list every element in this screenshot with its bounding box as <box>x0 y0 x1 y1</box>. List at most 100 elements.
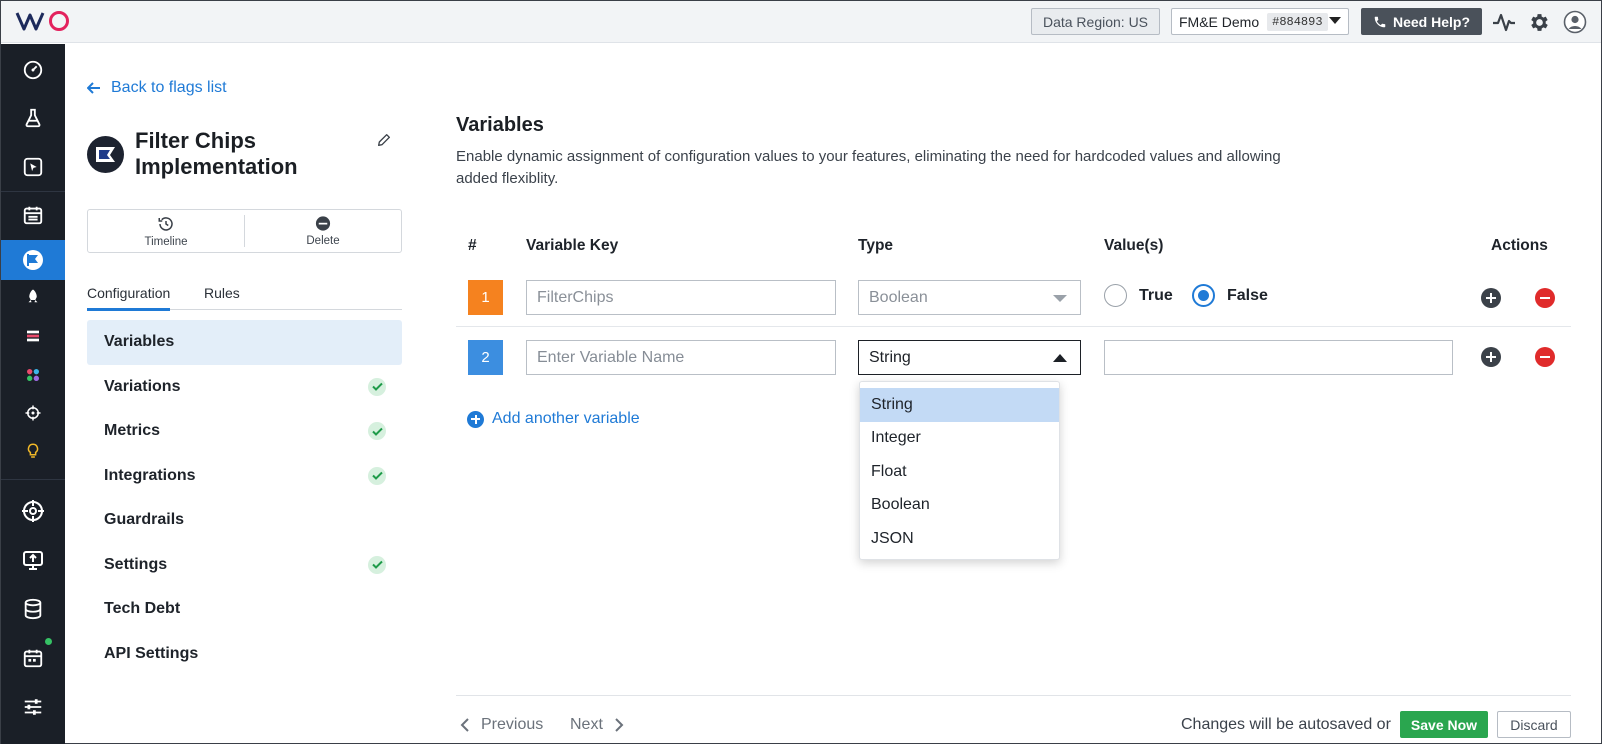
need-help-button[interactable]: Need Help? <box>1361 8 1482 35</box>
user-avatar-icon[interactable] <box>1562 9 1588 35</box>
rocket-icon[interactable] <box>1 277 65 317</box>
flag-icon <box>95 146 115 162</box>
menu-item-label: Settings <box>104 555 168 573</box>
dropdown-option-integer[interactable]: Integer <box>860 422 1059 456</box>
tab-rules[interactable]: Rules <box>204 285 240 308</box>
footer-bar: Previous Next Changes will be autosaved … <box>456 695 1571 744</box>
menu-item-label: Variables <box>104 333 175 351</box>
timeline-label: Timeline <box>144 235 188 248</box>
pencil-icon[interactable] <box>376 132 396 152</box>
account-switcher[interactable]: FM&E Demo #884893 <box>1171 8 1349 35</box>
menu-item-variations[interactable]: Variations <box>87 365 402 410</box>
previous-label: Previous <box>481 716 544 733</box>
phone-icon <box>1374 16 1386 27</box>
menu-item-settings[interactable]: Settings <box>87 543 402 588</box>
check-icon <box>368 555 386 574</box>
radio-true[interactable]: True <box>1104 284 1173 307</box>
menu-item-label: Integrations <box>104 466 196 484</box>
variable-value-input[interactable] <box>1104 340 1453 375</box>
dashboard-icon[interactable] <box>1 50 65 90</box>
menu-item-label: Guardrails <box>104 511 185 529</box>
previous-button[interactable]: Previous <box>460 716 543 734</box>
delete-button[interactable]: Delete <box>244 215 401 247</box>
remove-row-button[interactable] <box>1535 347 1555 367</box>
minus-circle-icon <box>315 216 331 231</box>
type-select-value: Boolean <box>869 288 928 306</box>
variable-key-input[interactable]: FilterChips <box>526 280 836 315</box>
menu-item-guardrails[interactable]: Guardrails <box>87 498 402 543</box>
account-id: #884893 <box>1267 12 1328 31</box>
chevron-down-icon <box>1329 17 1341 24</box>
type-dropdown-list: String Integer Float Boolean JSON <box>859 381 1060 560</box>
chevron-down-icon <box>1053 295 1067 302</box>
menu-item-variables[interactable]: Variables <box>87 320 402 365</box>
dropdown-option-boolean[interactable]: Boolean <box>860 489 1059 523</box>
add-variable-link[interactable]: Add another variable <box>467 410 640 428</box>
menu-item-tech-debt[interactable]: Tech Debt <box>87 587 402 632</box>
type-select-value: String <box>869 348 911 366</box>
history-icon <box>158 216 173 231</box>
type-select[interactable]: Boolean <box>858 280 1081 315</box>
radio-false[interactable]: False <box>1192 284 1268 307</box>
flask-icon[interactable] <box>1 98 65 138</box>
plus-circle-icon <box>467 410 484 428</box>
bulb-icon[interactable] <box>1 431 65 471</box>
calendar-icon[interactable] <box>1 195 65 235</box>
menu-item-integrations[interactable]: Integrations <box>87 454 402 499</box>
col-header-num: # <box>468 237 477 254</box>
crosshair-icon[interactable] <box>1 491 65 531</box>
menu-item-label: Variations <box>104 377 181 395</box>
target-icon[interactable] <box>1 393 65 433</box>
next-button[interactable]: Next <box>570 716 624 734</box>
col-header-type: Type <box>858 237 894 254</box>
row-divider <box>456 326 1571 327</box>
logo-icon <box>15 11 69 31</box>
menu-item-api-settings[interactable]: API Settings <box>87 632 402 677</box>
discard-button[interactable]: Discard <box>1497 711 1571 738</box>
account-name: FM&E Demo <box>1179 13 1260 30</box>
data-region-badge[interactable]: Data Region: US <box>1031 8 1160 35</box>
timeline-button[interactable]: Timeline <box>88 210 244 252</box>
back-to-flags-link[interactable]: Back to flags list <box>87 79 227 97</box>
dropdown-option-json[interactable]: JSON <box>860 522 1059 556</box>
cursor-icon[interactable] <box>1 147 65 187</box>
deploy-icon[interactable] <box>1 540 65 580</box>
list-icon[interactable] <box>1 316 65 356</box>
vwo-logo[interactable] <box>15 9 71 33</box>
row-number-badge: 1 <box>468 280 503 315</box>
dropdown-option-string[interactable]: String <box>860 388 1059 422</box>
apps-icon[interactable] <box>1 355 65 395</box>
menu-item-label: Tech Debt <box>104 600 181 618</box>
dropdown-option-float[interactable]: Float <box>860 455 1059 489</box>
database-icon[interactable] <box>1 589 65 629</box>
menu-item-label: Metrics <box>104 422 161 440</box>
radio-true-label: True <box>1139 286 1173 304</box>
activity-icon[interactable] <box>1491 9 1517 35</box>
menu-item-metrics[interactable]: Metrics <box>87 409 402 454</box>
need-help-label: Need Help? <box>1392 13 1470 30</box>
chevron-right-icon <box>615 718 624 732</box>
type-select-open[interactable]: String <box>858 340 1081 375</box>
col-header-actions: Actions <box>1491 237 1548 254</box>
remove-row-button[interactable] <box>1535 288 1555 308</box>
add-row-button[interactable] <box>1481 288 1501 308</box>
save-now-button[interactable]: Save Now <box>1400 711 1488 738</box>
top-bar: Data Region: US FM&E Demo #884893 Need H… <box>1 1 1601 43</box>
add-row-button[interactable] <box>1481 347 1501 367</box>
delete-label: Delete <box>306 235 340 247</box>
sliders-icon[interactable] <box>1 687 65 727</box>
tab-configuration[interactable]: Configuration <box>87 285 171 311</box>
next-label: Next <box>570 716 603 733</box>
back-link-label: Back to flags list <box>111 79 227 96</box>
schedule-icon[interactable] <box>1 638 65 678</box>
radio-circle-selected <box>1192 284 1215 307</box>
row-number-badge: 2 <box>468 340 503 375</box>
gear-icon[interactable] <box>1526 9 1552 35</box>
flag-tabs: Configuration Rules <box>87 282 402 311</box>
flag-actions: Timeline Delete <box>87 209 402 253</box>
flag-icon[interactable] <box>1 240 65 280</box>
variable-name-input[interactable]: Enter Variable Name <box>526 340 836 375</box>
col-header-key: Variable Key <box>526 237 619 254</box>
flag-config-menu: Variables Variations Metrics Integration… <box>87 320 402 676</box>
check-icon <box>368 422 386 441</box>
